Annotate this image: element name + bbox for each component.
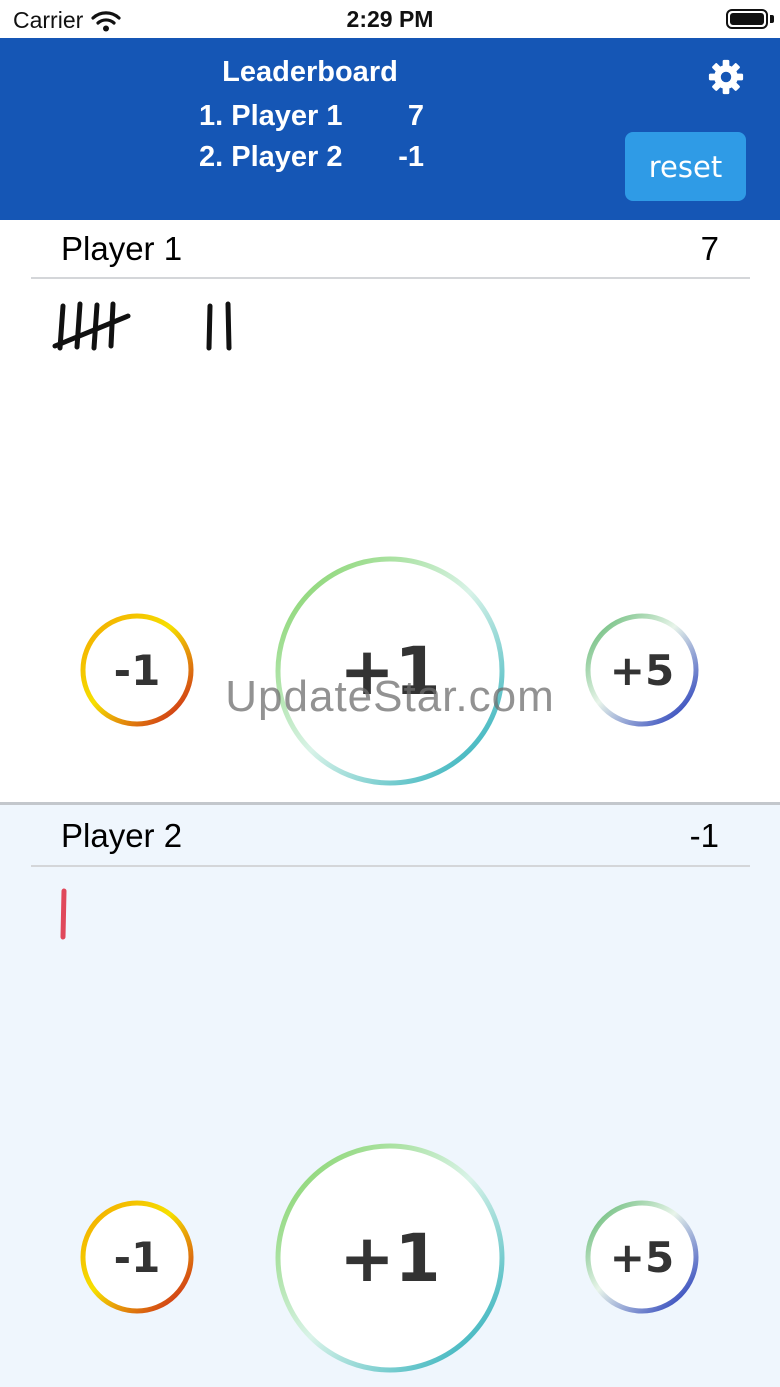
tally-marks xyxy=(60,888,67,940)
player-score: 7 xyxy=(700,230,719,267)
divider xyxy=(31,277,750,279)
player-name: Player 1 xyxy=(61,230,183,267)
leaderboard-row: 1. Player 1 7 xyxy=(199,100,424,136)
plus-five-button[interactable]: +5 xyxy=(585,1200,699,1314)
plus-one-button[interactable]: +1 xyxy=(274,1142,506,1374)
minus-one-label: -1 xyxy=(113,1232,161,1282)
plus-one-button[interactable]: +1 xyxy=(274,555,506,787)
tally-marks xyxy=(52,301,232,351)
battery-icon xyxy=(726,9,768,29)
leaderboard-entry-name: 1. Player 1 xyxy=(199,100,343,132)
divider xyxy=(31,865,750,867)
leaderboard-title: Leaderboard xyxy=(222,56,398,88)
plus-five-label: +5 xyxy=(609,1232,675,1282)
player-score: -1 xyxy=(689,817,719,854)
gear-icon[interactable] xyxy=(707,58,745,96)
status-bar: Carrier 2:29 PM xyxy=(0,0,780,38)
leaderboard-row: 2. Player 2 -1 xyxy=(199,141,424,177)
leaderboard-entry-name: 2. Player 2 xyxy=(199,141,343,173)
battery-cap xyxy=(770,15,774,23)
player-panel-2: Player 2 -1 -1 +1 +5 xyxy=(0,802,780,1387)
leaderboard-entry-score: -1 xyxy=(398,141,424,173)
watermark: UpdateStar.com xyxy=(225,672,555,721)
player-name: Player 2 xyxy=(61,817,183,854)
leaderboard-entry-score: 7 xyxy=(407,100,424,132)
leaderboard-header: Leaderboard 1. Player 1 7 2. Player 2 -1… xyxy=(0,38,780,220)
plus-one-label: +1 xyxy=(339,1219,441,1297)
plus-one-label: +1 xyxy=(339,632,441,710)
minus-one-button[interactable]: -1 xyxy=(80,1200,194,1314)
status-time: 2:29 PM xyxy=(346,6,434,32)
reset-button[interactable]: reset xyxy=(625,132,746,201)
